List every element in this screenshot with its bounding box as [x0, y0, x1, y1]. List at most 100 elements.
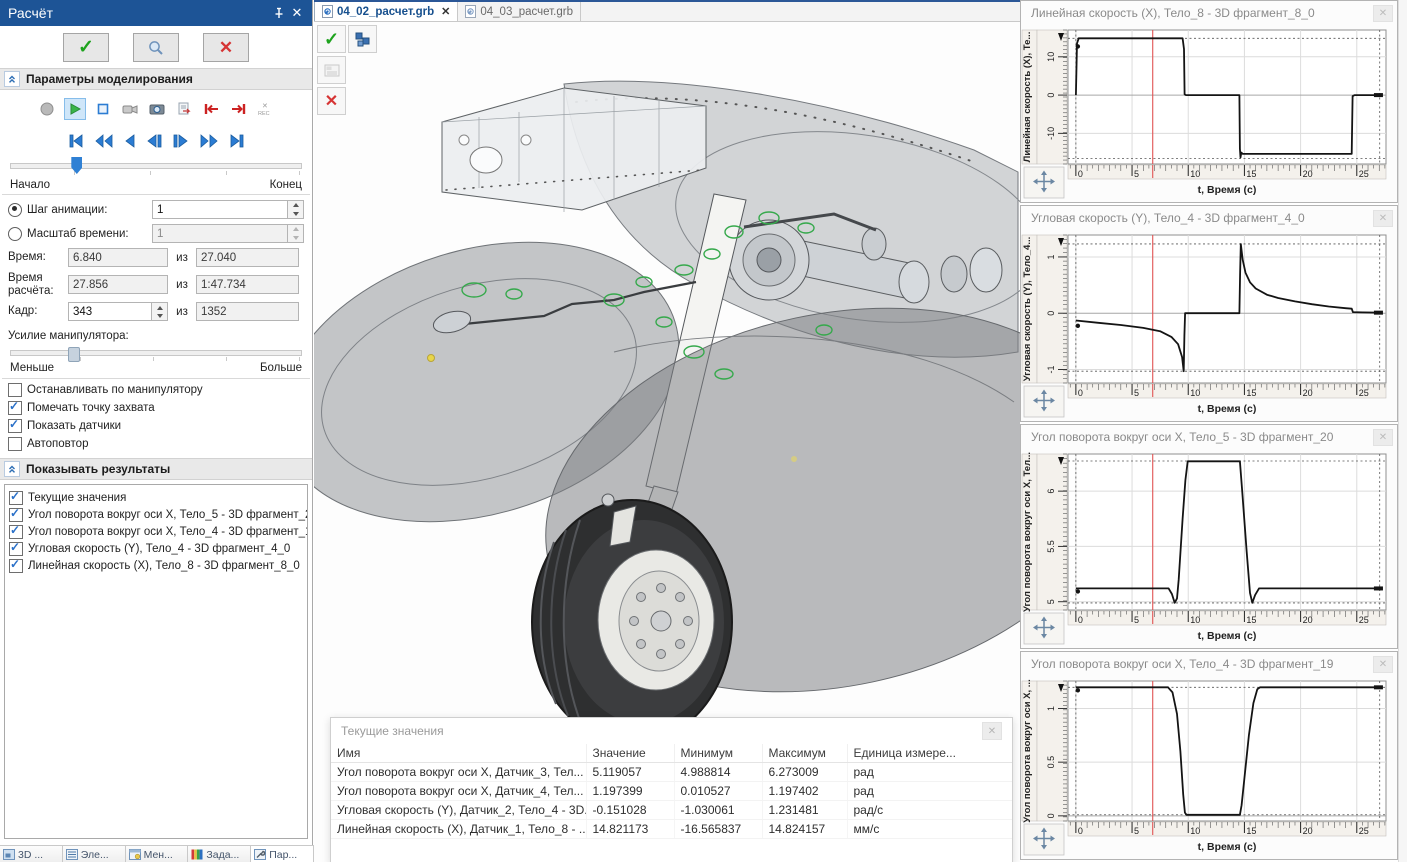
section-results-title: Показывать результаты: [26, 462, 170, 476]
close-chart-icon[interactable]: ✕: [1373, 5, 1393, 22]
close-tab-icon[interactable]: ✕: [441, 5, 450, 18]
chart-canvas[interactable]: 10-10510152025t, Время (с)Угловая скорос…: [1021, 230, 1397, 421]
fast-forward-button[interactable]: [200, 134, 218, 148]
checkbox-stop-on-manipulator[interactable]: Останавливать по манипулятору: [0, 383, 312, 397]
table-row[interactable]: Угловая скорость (Y), Датчик_2, Тело_4 -…: [331, 801, 1012, 820]
svg-text:15: 15: [1246, 826, 1256, 836]
step-back-button[interactable]: [146, 134, 162, 148]
preview-button[interactable]: [133, 33, 179, 62]
3d-model-icon: [3, 849, 15, 860]
chart-panel-angular-velocity[interactable]: Угловая скорость (Y), Тело_4 - 3D фрагме…: [1020, 205, 1398, 422]
chart-canvas[interactable]: 100-100510152025t, Время (с)Линейная ско…: [1021, 25, 1397, 202]
section-params[interactable]: Параметры моделирования: [0, 68, 312, 90]
step-forward-button[interactable]: [173, 134, 189, 148]
force-slider[interactable]: [10, 344, 302, 362]
close-panel-icon[interactable]: ✕: [288, 4, 306, 22]
chart-panel-rotation-body4[interactable]: Угол поворота вокруг оси X, Тело_4 - 3D …: [1020, 651, 1398, 860]
chart-title: Линейная скорость (X), Тело_8 - 3D фрагм…: [1031, 6, 1315, 20]
skip-start-button[interactable]: [68, 134, 84, 148]
dock-tab-tasks[interactable]: Зада...: [188, 846, 251, 862]
svg-text:25: 25: [1359, 615, 1369, 625]
result-item[interactable]: Угловая скорость (Y), Тело_4 - 3D фрагме…: [9, 542, 303, 556]
close-chart-icon[interactable]: ✕: [1373, 656, 1393, 673]
fragment-structure-button[interactable]: [348, 25, 377, 53]
chart-canvas[interactable]: 00.510510152025t, Время (с)Угол поворота…: [1021, 676, 1397, 859]
mark-end-button[interactable]: [228, 99, 248, 119]
result-item[interactable]: Угол поворота вокруг оси X, Тело_4 - 3D …: [9, 525, 303, 539]
collapse-icon[interactable]: [4, 461, 20, 477]
play-button[interactable]: [64, 98, 86, 120]
table-row[interactable]: Угол поворота вокруг оси X, Датчик_4, Те…: [331, 782, 1012, 801]
close-values-panel-icon[interactable]: ✕: [982, 722, 1002, 740]
results-listbox[interactable]: Текущие значения Угол поворота вокруг ос…: [4, 484, 308, 839]
dock-tab-params[interactable]: Пар...: [251, 846, 314, 862]
timeline-handle[interactable]: [71, 157, 82, 174]
checkbox-icon[interactable]: [8, 401, 22, 415]
doc-tab-inactive[interactable]: 04_03_расчет.grb: [458, 2, 581, 21]
timeline-slider[interactable]: [10, 155, 302, 177]
right-scroll-strip[interactable]: [1398, 0, 1407, 862]
svg-text:15: 15: [1246, 169, 1256, 179]
result-item[interactable]: Угол поворота вокруг оси X, Тело_5 - 3D …: [9, 508, 303, 522]
rec-disabled-icon: ✕REC: [255, 99, 275, 119]
camera-button[interactable]: [147, 99, 167, 119]
collapse-icon[interactable]: [4, 71, 20, 87]
calculation-panel: Расчёт ✕ ✓ ✕ Параметры моделирования: [0, 0, 313, 845]
mark-start-button[interactable]: [201, 99, 221, 119]
chart-canvas[interactable]: 55.560510152025t, Время (с)Угол поворота…: [1021, 449, 1397, 648]
checkbox-icon[interactable]: [8, 437, 22, 451]
doc-tab-active[interactable]: 04_02_расчет.grb ✕: [314, 2, 458, 21]
timeline-track[interactable]: [10, 163, 302, 169]
anim-step-input[interactable]: 1: [152, 200, 304, 219]
checkbox-icon[interactable]: [8, 383, 22, 397]
current-values-panel[interactable]: Текущие значения ✕ Имя Значение Минимум …: [330, 717, 1013, 862]
anim-step-radio[interactable]: [8, 203, 22, 217]
result-item[interactable]: Линейная скорость (X), Тело_8 - 3D фрагм…: [9, 559, 303, 573]
table-row[interactable]: Линейная скорость (X), Датчик_1, Тело_8 …: [331, 820, 1012, 839]
section-results[interactable]: Показывать результаты: [0, 458, 312, 480]
time-scale-radio[interactable]: [8, 227, 22, 241]
abort-button[interactable]: ✕: [317, 87, 346, 115]
fast-back-button[interactable]: [95, 134, 113, 148]
cancel-button[interactable]: ✕: [203, 33, 249, 62]
time-scale-label: Масштаб времени:: [27, 228, 152, 240]
dock-tab-3d-model[interactable]: 3D ...: [0, 846, 63, 862]
checkbox-mark-grab-point[interactable]: Помечать точку захвата: [0, 401, 312, 415]
checkbox-autorepeat[interactable]: Автоповтор: [0, 437, 312, 451]
svg-text:5: 5: [1134, 826, 1139, 836]
checkbox-icon[interactable]: [9, 491, 23, 505]
dock-tab-elements[interactable]: Эле...: [63, 846, 126, 862]
close-chart-icon[interactable]: ✕: [1373, 210, 1393, 227]
copy-results-button[interactable]: [174, 99, 194, 119]
confirm-button[interactable]: ✓: [317, 25, 346, 53]
checkbox-icon[interactable]: [9, 559, 23, 573]
checkbox-icon[interactable]: [9, 542, 23, 556]
svg-text:20: 20: [1303, 615, 1313, 625]
chart-panel-linear-velocity[interactable]: Линейная скорость (X), Тело_8 - 3D фрагм…: [1020, 0, 1398, 203]
chart-panel-rotation-body5[interactable]: Угол поворота вокруг оси X, Тело_5 - 3D …: [1020, 424, 1398, 649]
document-tabbar: 04_02_расчет.grb ✕ 04_03_расчет.grb: [314, 0, 1020, 22]
pin-icon[interactable]: [270, 4, 288, 22]
frame-spinner[interactable]: [151, 303, 167, 320]
svg-text:✕: ✕: [262, 103, 268, 110]
skip-end-button[interactable]: [229, 134, 245, 148]
force-handle[interactable]: [68, 347, 80, 362]
stop-button[interactable]: [93, 99, 113, 119]
dock-tab-menu[interactable]: Мен...: [126, 846, 189, 862]
checkbox-icon[interactable]: [9, 525, 23, 539]
calc-time-total: 1:47.734: [196, 275, 299, 294]
playback-toolbar: [0, 129, 312, 153]
close-chart-icon[interactable]: ✕: [1373, 429, 1393, 446]
result-item[interactable]: Текущие значения: [9, 491, 303, 505]
frame-input[interactable]: 343: [68, 302, 168, 321]
record-indicator-icon[interactable]: [37, 99, 57, 119]
apply-button[interactable]: ✓: [63, 33, 109, 62]
anim-step-spinner[interactable]: [287, 201, 303, 218]
video-camera-button[interactable]: [120, 99, 140, 119]
back-button[interactable]: [124, 134, 135, 148]
yellow-marker: [428, 355, 435, 362]
table-row[interactable]: Угол поворота вокруг оси X, Датчик_3, Те…: [331, 763, 1012, 782]
checkbox-icon[interactable]: [9, 508, 23, 522]
checkbox-show-sensors[interactable]: Показать датчики: [0, 419, 312, 433]
checkbox-icon[interactable]: [8, 419, 22, 433]
